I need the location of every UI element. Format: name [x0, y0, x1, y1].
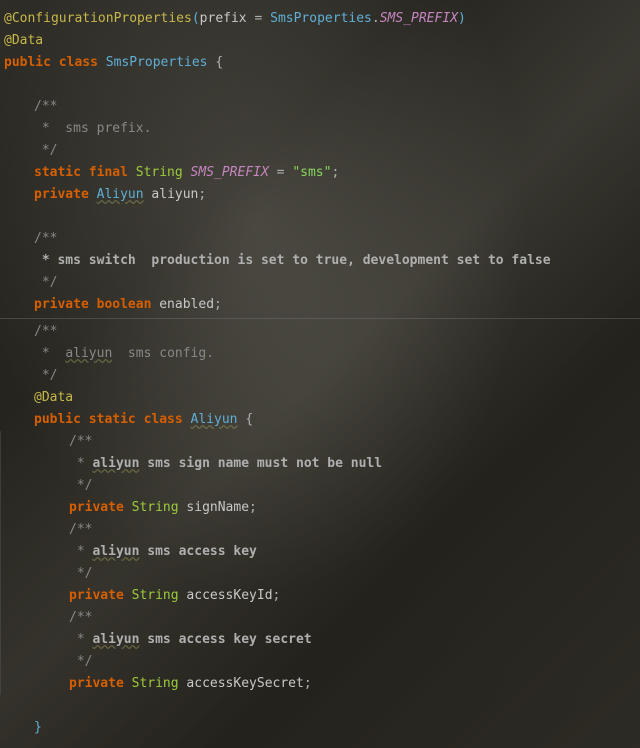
- code-line: @Data: [0, 387, 640, 409]
- comment-line: /**: [0, 228, 640, 250]
- comment-line: * sms prefix.: [0, 118, 640, 140]
- comment-line: /**: [0, 96, 640, 118]
- annotation: @Data: [4, 33, 43, 48]
- code-line: static final String SMS_PREFIX = "sms";: [0, 162, 640, 184]
- blank-line: [0, 74, 640, 96]
- code-line: public static class Aliyun {: [0, 409, 640, 431]
- code-editor[interactable]: @ConfigurationProperties(prefix = SmsPro…: [0, 0, 640, 739]
- paren-open: (: [192, 11, 200, 26]
- code-line: @Data: [0, 30, 640, 52]
- comment-line: * aliyun sms config.: [0, 343, 640, 365]
- section-separator: [0, 318, 640, 319]
- code-line: }: [0, 717, 640, 739]
- code-line: private String signName;: [0, 497, 640, 519]
- comment-line: * aliyun sms sign name must not be null: [0, 453, 640, 475]
- comment-line: * sms switch production is set to true, …: [0, 250, 640, 272]
- code-line: private String accessKeySecret;: [0, 673, 640, 695]
- comment-line: /**: [0, 519, 640, 541]
- code-line: public class SmsProperties {: [0, 52, 640, 74]
- comment-line: * aliyun sms access key secret: [0, 629, 640, 651]
- code-line: @ConfigurationProperties(prefix = SmsPro…: [0, 8, 640, 30]
- comment-line: */: [0, 140, 640, 162]
- comment-line: /**: [0, 607, 640, 629]
- comment-line: */: [0, 365, 640, 387]
- comment-line: */: [0, 651, 640, 673]
- blank-line: [0, 206, 640, 228]
- comment-line: * aliyun sms access key: [0, 541, 640, 563]
- code-line: private boolean enabled;: [0, 294, 640, 316]
- comment-line: */: [0, 272, 640, 294]
- param-name: prefix: [200, 11, 247, 26]
- comment-line: */: [0, 563, 640, 585]
- annotation: @ConfigurationProperties: [4, 11, 192, 26]
- comment-line: */: [0, 475, 640, 497]
- comment-line: /**: [0, 431, 640, 453]
- blank-line: [0, 695, 640, 717]
- code-line: private Aliyun aliyun;: [0, 184, 640, 206]
- paren-close: ): [458, 11, 466, 26]
- code-line: private String accessKeyId;: [0, 585, 640, 607]
- comment-line: /**: [0, 321, 640, 343]
